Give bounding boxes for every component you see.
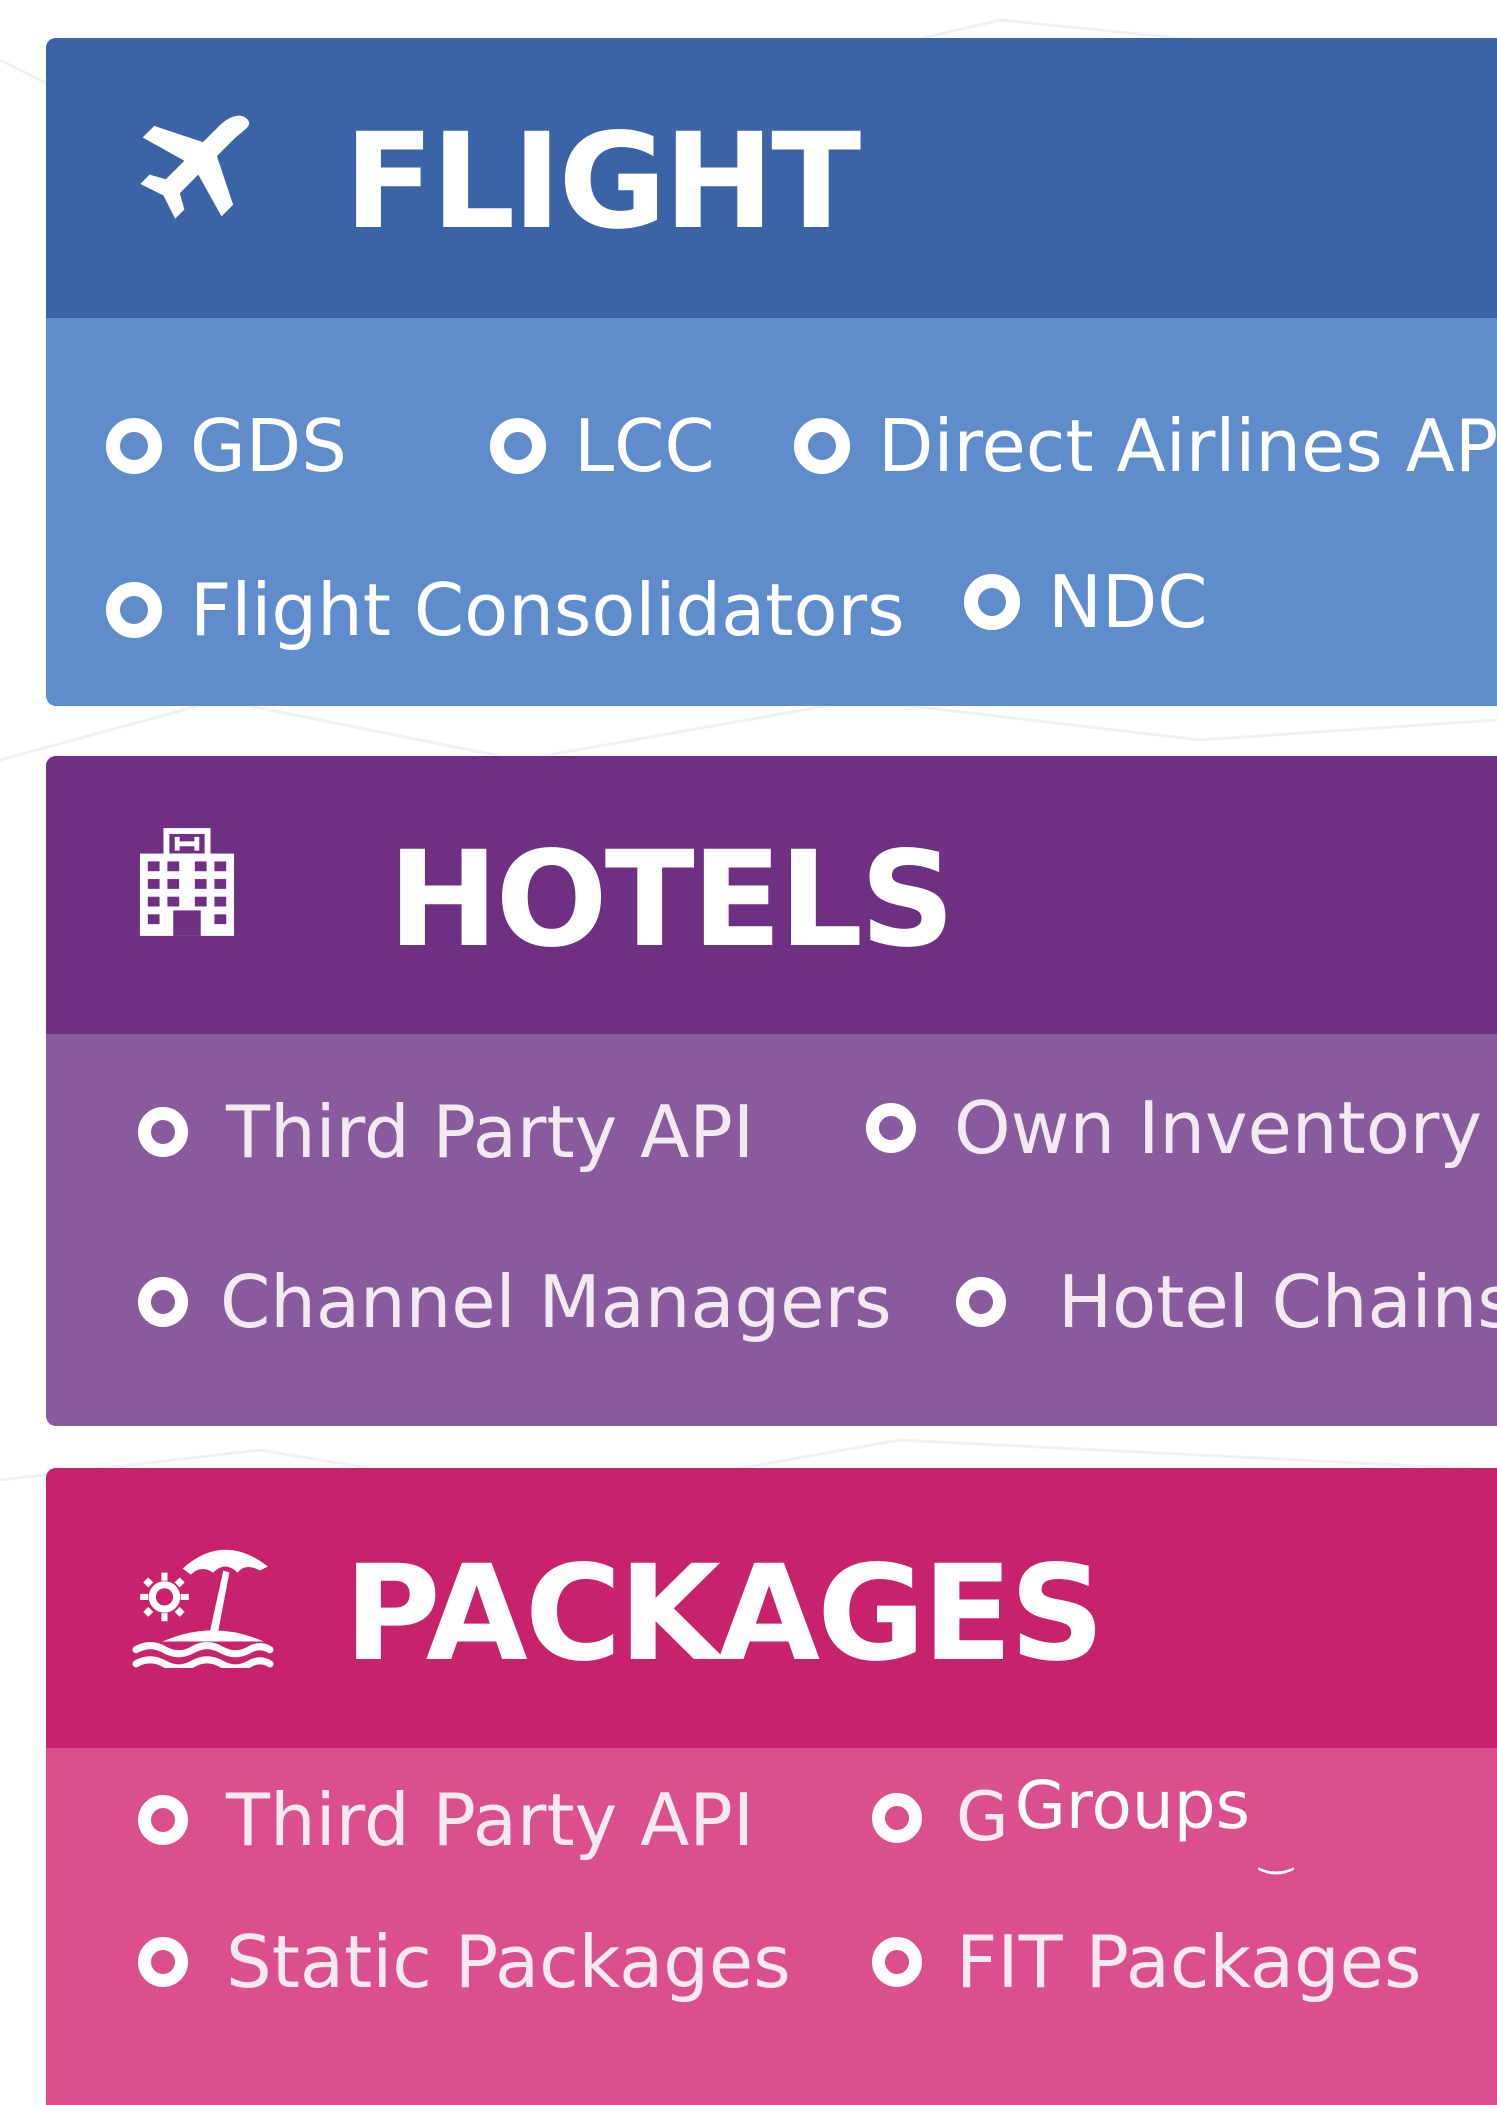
item-label: Own Inventory (954, 1086, 1482, 1170)
packages-item-groups: G Groups ‿ (872, 1773, 1292, 1872)
flight-item-direct-airlines-api: Direct Airlines API (794, 410, 1497, 482)
bullet-icon (956, 1277, 1006, 1327)
flight-item-ndc: NDC (964, 566, 1208, 638)
bullet-icon (138, 1795, 188, 1845)
item-label: LCC (574, 404, 715, 488)
flight-item-lcc: LCC (490, 410, 715, 482)
packages-title: PACKAGES (344, 1537, 1105, 1691)
flight-title: FLIGHT (344, 105, 861, 259)
item-label: Hotel Chains (1058, 1260, 1497, 1344)
item-label-groups: Groups (1014, 1767, 1251, 1844)
item-label: Static Packages (226, 1920, 791, 2004)
bullet-icon (106, 418, 162, 474)
hotels-item-channel-managers: Channel Managers (138, 1266, 892, 1338)
cursor-mark: ‿ (1260, 1829, 1293, 1875)
hotel-building-icon (139, 828, 235, 936)
item-label: Flight Consolidators (190, 568, 905, 652)
hotels-item-third-party-api: Third Party API (138, 1096, 754, 1168)
flight-item-gds: GDS (106, 410, 347, 482)
item-label: Direct Airlines API (878, 404, 1497, 488)
item-label: Channel Managers (220, 1260, 892, 1344)
bullet-icon (872, 1937, 922, 1987)
flight-card-header: FLIGHT (46, 38, 1497, 318)
bullet-icon (138, 1107, 188, 1157)
hotels-item-own-inventory: Own Inventory (866, 1092, 1482, 1164)
item-label: NDC (1048, 560, 1208, 644)
packages-item-static-packages: Static Packages (138, 1926, 791, 1998)
flight-card: FLIGHT GDS LCC Direct Airlines API Fligh… (46, 38, 1497, 706)
hotels-title: HOTELS (388, 823, 955, 977)
bullet-icon (490, 418, 546, 474)
hotels-item-hotel-chains: Hotel Chains (956, 1266, 1497, 1338)
bullet-icon (794, 418, 850, 474)
bullet-icon (138, 1277, 188, 1327)
hotels-card: HOTELS Third Party API Own Inventory Cha… (46, 756, 1497, 1426)
item-label: FIT Packages (956, 1920, 1422, 2004)
bullet-icon (964, 574, 1020, 630)
packages-card: PACKAGES Third Party API G Groups ‿ Stat… (46, 1468, 1497, 2105)
airplane-icon (140, 115, 250, 219)
hotels-card-header: HOTELS (46, 756, 1497, 1034)
item-label: GDS (190, 404, 347, 488)
bullet-icon (866, 1103, 916, 1153)
bullet-icon (138, 1937, 188, 1987)
packages-card-header: PACKAGES (46, 1468, 1497, 1748)
bullet-icon (106, 582, 162, 638)
packages-item-fit-packages: FIT Packages (872, 1926, 1421, 1998)
packages-item-third-party-api: Third Party API (138, 1784, 754, 1856)
flight-item-flight-consolidators: Flight Consolidators (106, 574, 905, 646)
item-label: Third Party API (226, 1090, 755, 1174)
item-label-g: G (956, 1778, 1009, 1857)
item-label: Third Party API (226, 1778, 755, 1862)
beach-umbrella-icon (132, 1549, 274, 1668)
bullet-icon (872, 1793, 922, 1843)
